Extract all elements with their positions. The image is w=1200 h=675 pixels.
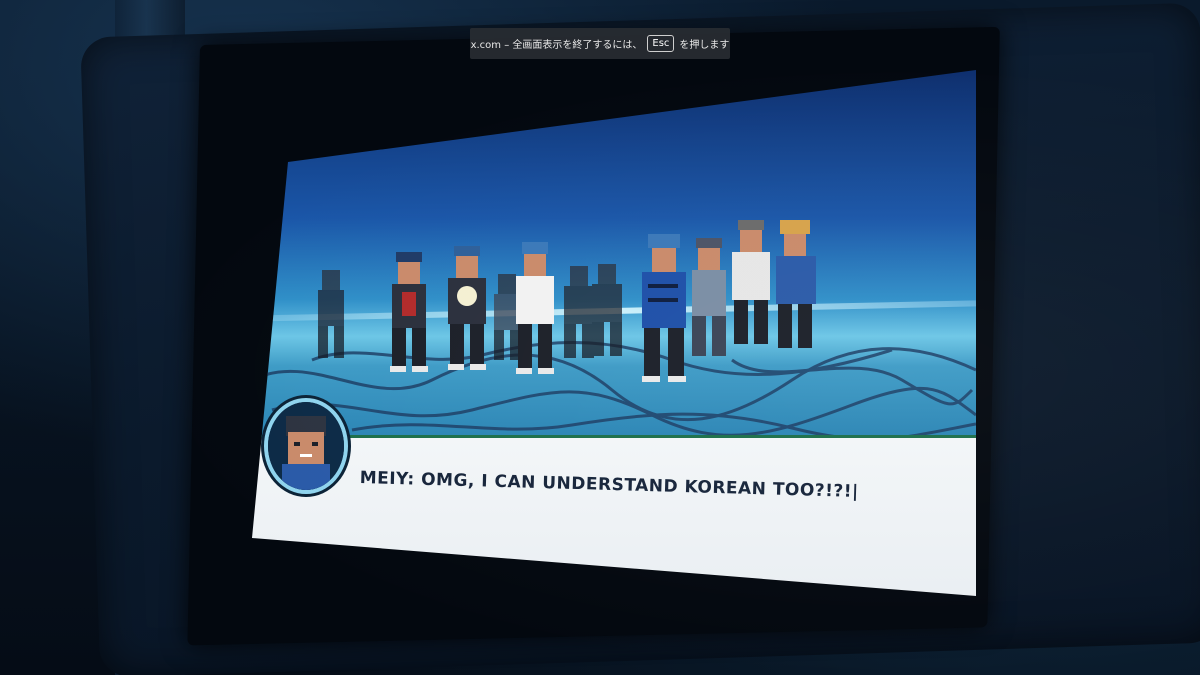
character-sprite [318,270,344,358]
character-portrait-icon [264,398,348,494]
fullscreen-exit-notice: x.com – 全画面表示を終了するには、 Esc を押します [470,28,730,59]
esc-key-hint[interactable]: Esc [647,35,675,52]
character-sprite [732,220,770,344]
text-cursor: | [851,481,860,502]
character-sprite [776,220,816,348]
character-sprite [390,252,428,372]
character-sprite [592,264,622,356]
photo-scene: MEIY: OMG, I CAN UNDERSTAND KOREAN TOO?!… [0,0,1200,675]
notice-prefix: x.com – 全画面表示を終了するには、 [470,40,643,51]
character-sprite [448,246,486,370]
character-sprite [692,238,726,356]
notice-suffix: を押します [679,40,730,51]
character-sprite [516,242,554,374]
character-sprite [564,266,594,358]
character-sprite [642,234,686,382]
